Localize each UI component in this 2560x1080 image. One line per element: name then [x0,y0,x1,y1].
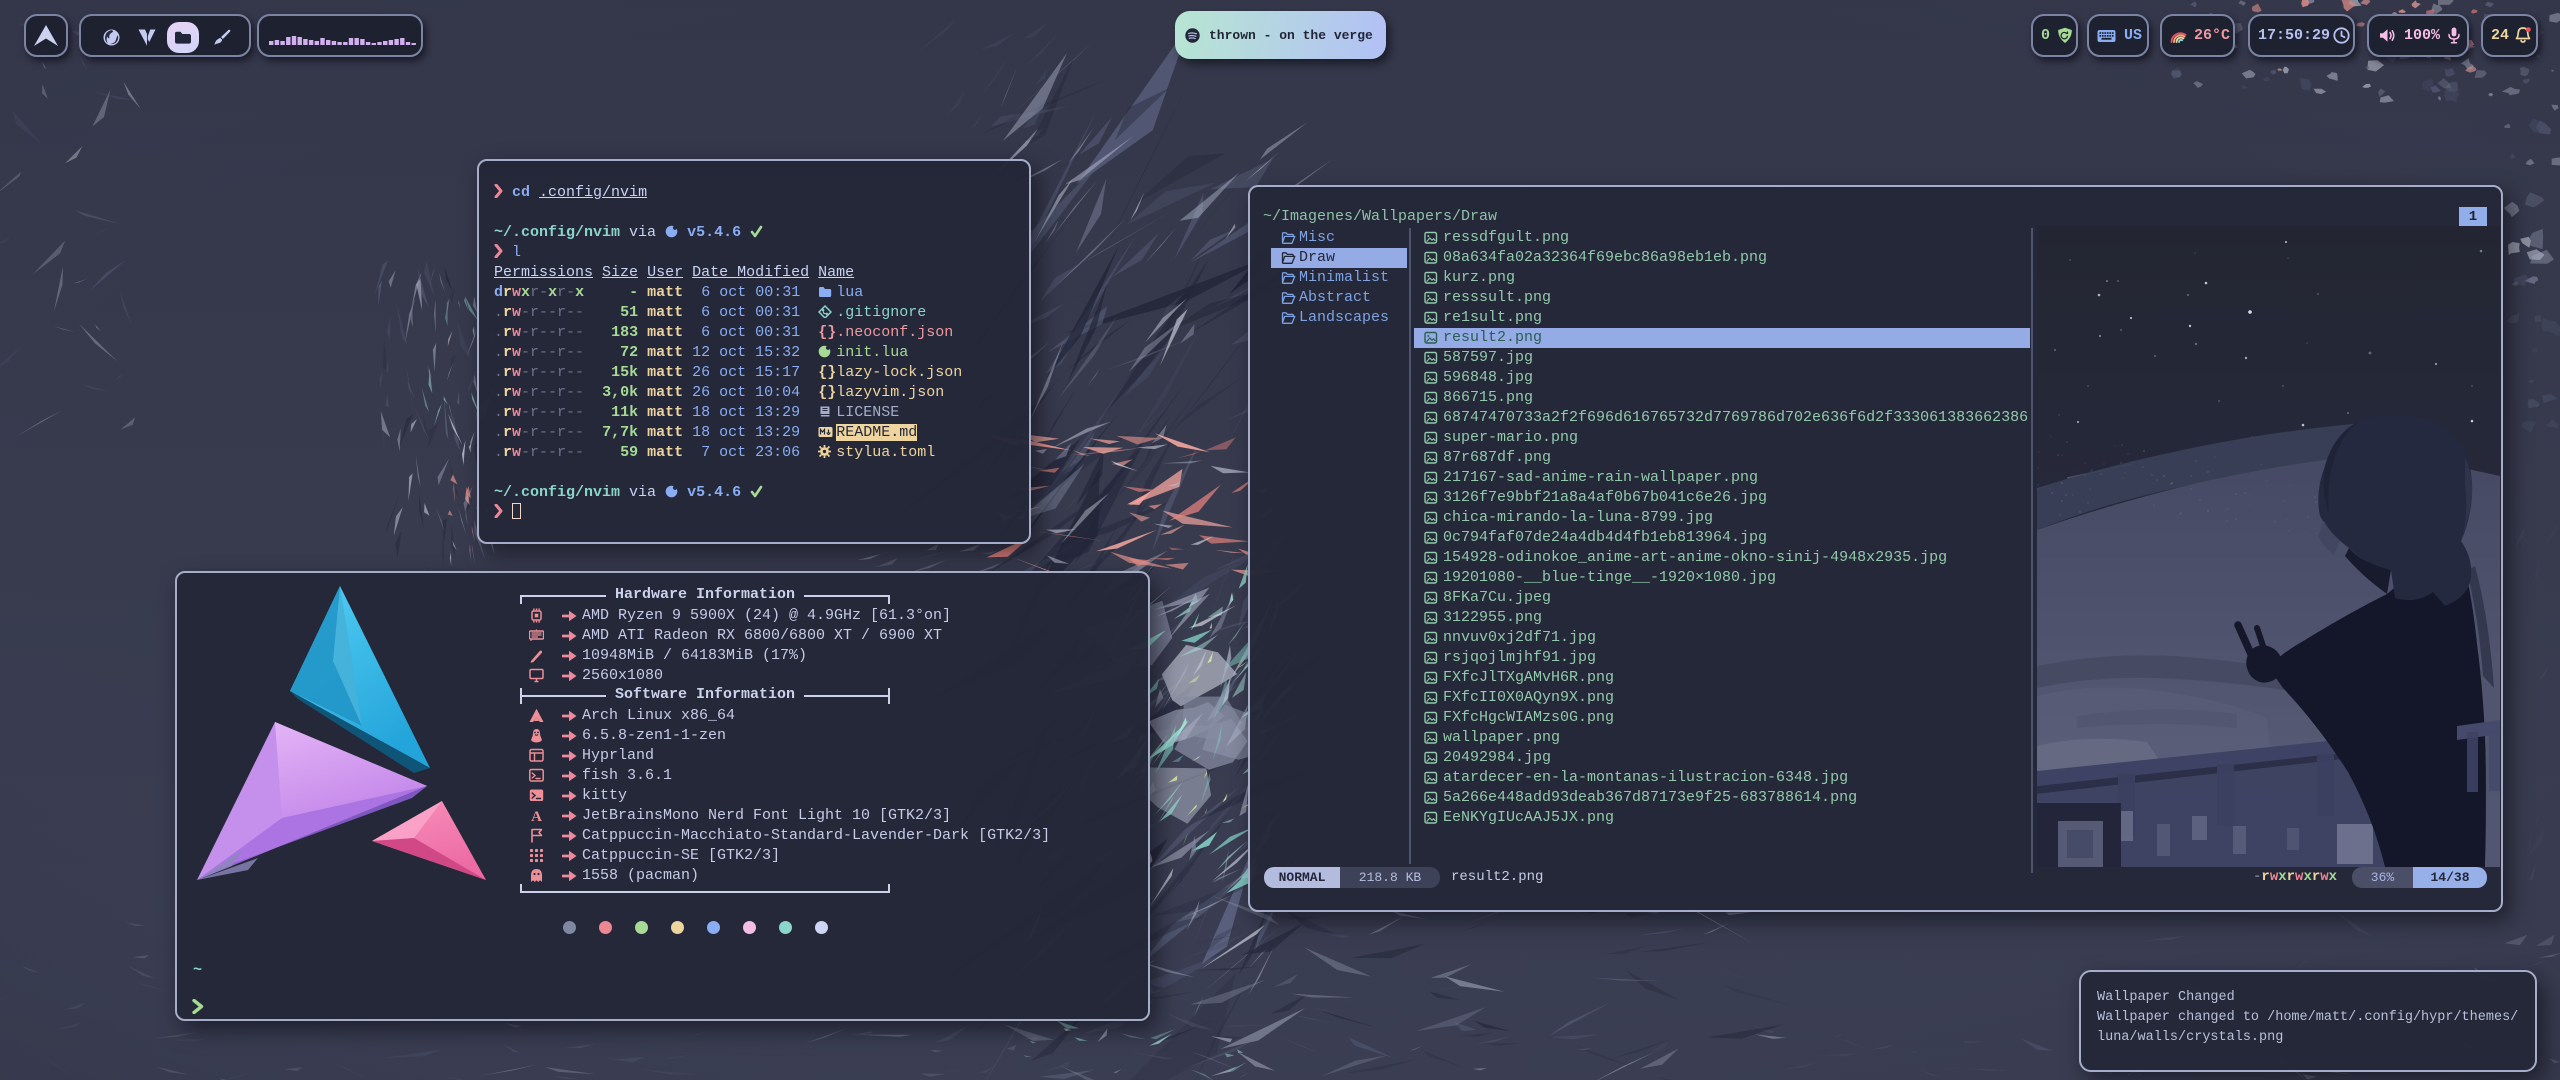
svg-text:A: A [531,809,542,823]
